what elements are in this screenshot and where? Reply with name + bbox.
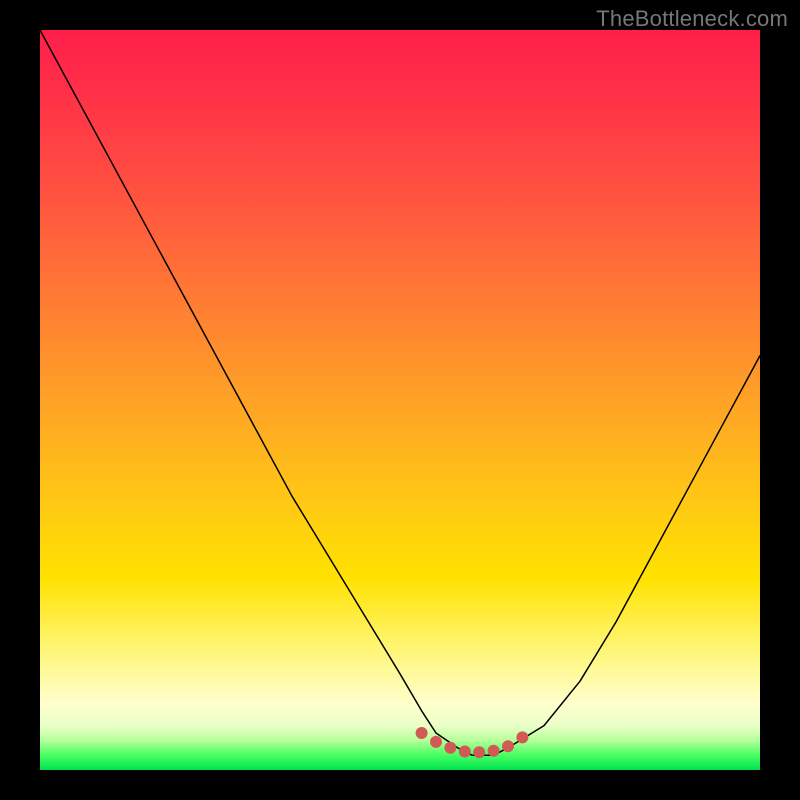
chart-frame: TheBottleneck.com bbox=[0, 0, 800, 800]
valley-dot bbox=[445, 742, 456, 753]
plot-area bbox=[40, 30, 760, 770]
valley-dot bbox=[503, 741, 514, 752]
valley-dot bbox=[431, 736, 442, 747]
valley-dot bbox=[416, 728, 427, 739]
valley-dot bbox=[517, 732, 528, 743]
valley-dot bbox=[488, 745, 499, 756]
valley-dots-group bbox=[416, 728, 528, 758]
valley-dot bbox=[459, 746, 470, 757]
valley-dot bbox=[474, 747, 485, 758]
bottleneck-curve-line bbox=[40, 30, 760, 755]
chart-svg bbox=[40, 30, 760, 770]
watermark-text: TheBottleneck.com bbox=[596, 6, 788, 32]
